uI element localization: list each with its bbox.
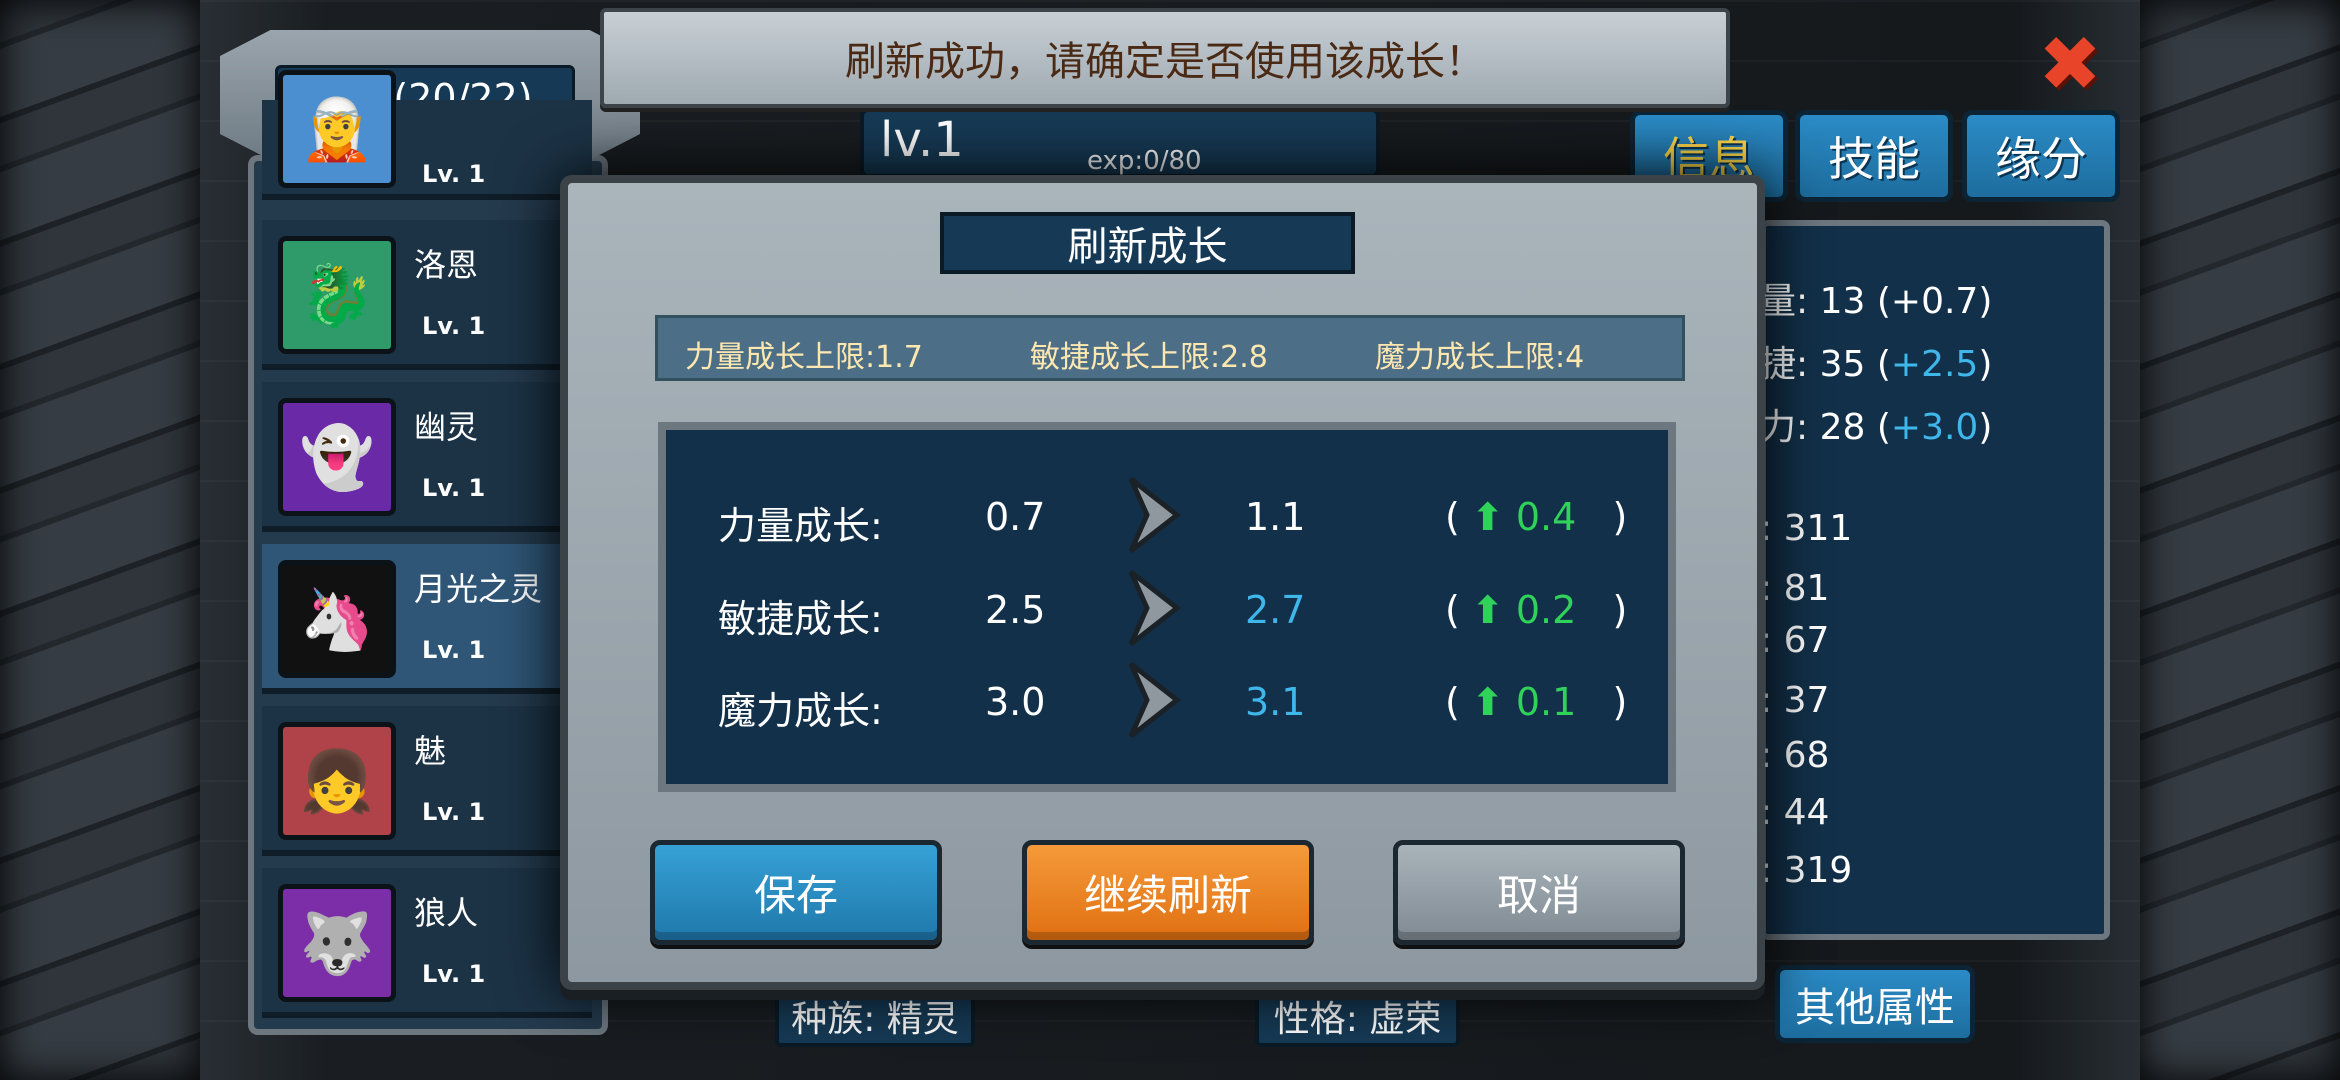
item-level: Lv. 1 — [422, 636, 486, 664]
stat-row-strength: 量: 13 (+0.7) — [1760, 281, 1993, 322]
continue-refresh-button[interactable]: 继续刷新 — [1022, 840, 1314, 945]
growth-new-value: 1.1 — [1245, 495, 1306, 539]
growth-delta: ( ⬆ 0.2 ) — [1445, 588, 1628, 632]
stat-row-agility: 捷: 35 (+2.5) — [1760, 344, 1993, 385]
magic-limit: 魔力成长上限:4 — [1375, 340, 1585, 375]
item-name: 狼人 — [414, 894, 479, 932]
list-item-creature-1[interactable]: 🧝 Lv. 1 — [262, 70, 592, 200]
item-level: Lv. 1 — [422, 960, 486, 988]
stat-row-secondary: : 68 — [1760, 735, 1830, 776]
growth-new-value: 3.1 — [1245, 680, 1306, 724]
growth-old-value: 0.7 — [985, 495, 1046, 539]
creature-exp: exp:0/80 — [1087, 146, 1202, 176]
blue-hair-portrait-icon: 🧝 — [278, 70, 396, 188]
item-name: 月光之灵 — [414, 570, 543, 608]
cancel-button[interactable]: 取消 — [1393, 840, 1685, 945]
list-item-creature-3[interactable]: 👻 幽灵 Lv. 1 — [262, 382, 592, 532]
growth-new-value: 2.7 — [1245, 588, 1306, 632]
list-item-creature-2[interactable]: 🐉 洛恩 Lv. 1 — [262, 220, 592, 370]
growth-delta: ( ⬆ 0.4 ) — [1445, 495, 1628, 539]
right-stone-wall — [2140, 0, 2340, 1080]
strength-limit: 力量成长上限:1.7 — [685, 340, 923, 375]
stat-bonus: +0.7 — [1890, 281, 1979, 322]
item-level: Lv. 1 — [422, 160, 486, 188]
notice-banner: 刷新成功，请确定是否使用该成长！ — [600, 8, 1730, 108]
list-item-creature-4-selected[interactable]: 🦄 月光之灵 Lv. 1 — [262, 544, 592, 694]
growth-delta: ( ⬆ 0.1 ) — [1445, 680, 1628, 724]
race-tag: 种族: 精灵 — [775, 985, 975, 1047]
stat-row-secondary: : 67 — [1760, 620, 1830, 661]
stat-label: 量: — [1760, 281, 1809, 322]
stat-row-secondary: : 319 — [1760, 850, 1853, 891]
item-name: 洛恩 — [414, 246, 479, 284]
notice-text: 刷新成功，请确定是否使用该成长！ — [845, 39, 1485, 85]
stat-row-secondary: : 81 — [1760, 568, 1830, 609]
left-stone-wall — [0, 0, 200, 1080]
stat-row-secondary: : 44 — [1760, 792, 1830, 833]
arrow-right-icon — [1128, 477, 1182, 553]
list-item-creature-6[interactable]: 🐺 狼人 Lv. 1 — [262, 868, 592, 1018]
item-level: Lv. 1 — [422, 312, 486, 340]
item-level: Lv. 1 — [422, 474, 486, 502]
charm-girl-portrait-icon: 👧 — [278, 722, 396, 840]
moonlight-spirit-portrait-icon: 🦄 — [278, 560, 396, 678]
tab-bonds[interactable]: 缘分 — [1962, 110, 2120, 202]
growth-label: 敏捷成长: — [718, 597, 883, 641]
stat-bonus: +3.0 — [1890, 407, 1979, 448]
item-level: Lv. 1 — [422, 798, 486, 826]
arrow-right-icon — [1128, 570, 1182, 646]
item-name: 幽灵 — [414, 408, 479, 446]
list-item-creature-5[interactable]: 👧 魅 Lv. 1 — [262, 706, 592, 856]
growth-old-value: 3.0 — [985, 680, 1046, 724]
stat-label: 力: — [1760, 407, 1809, 448]
stat-value: 28 — [1819, 407, 1866, 448]
growth-old-value: 2.5 — [985, 588, 1046, 632]
werewolf-portrait-icon: 🐺 — [278, 884, 396, 1002]
stat-value: 35 — [1819, 344, 1866, 385]
tab-skills[interactable]: 技能 — [1795, 110, 1953, 202]
growth-label: 魔力成长: — [718, 689, 883, 733]
green-dragon-portrait-icon: 🐉 — [278, 236, 396, 354]
stat-label: 捷: — [1760, 344, 1809, 385]
stat-value: 13 — [1819, 281, 1866, 322]
arrow-up-icon: ⬆ — [1471, 588, 1504, 632]
item-name: 魅 — [414, 732, 447, 770]
arrow-up-icon: ⬆ — [1471, 495, 1504, 539]
ghost-portrait-icon: 👻 — [278, 398, 396, 516]
agility-limit: 敏捷成长上限:2.8 — [1030, 340, 1268, 375]
arrow-up-icon: ⬆ — [1471, 680, 1504, 724]
save-button[interactable]: 保存 — [650, 840, 942, 945]
close-icon[interactable]: ✖ — [2035, 19, 2105, 108]
other-attributes-button[interactable]: 其他属性 — [1775, 965, 1975, 1043]
growth-label: 力量成长: — [718, 504, 883, 548]
arrow-right-icon — [1128, 662, 1182, 738]
stat-bonus: +2.5 — [1890, 344, 1979, 385]
creature-level: lv.1 — [880, 112, 964, 168]
personality-tag: 性格: 虚荣 — [1255, 985, 1460, 1047]
dialog-title: 刷新成长 — [940, 212, 1355, 274]
stat-row-magic: 力: 28 (+3.0) — [1760, 407, 1993, 448]
stat-row-secondary: : 311 — [1760, 508, 1853, 549]
stat-row-secondary: : 37 — [1760, 680, 1830, 721]
